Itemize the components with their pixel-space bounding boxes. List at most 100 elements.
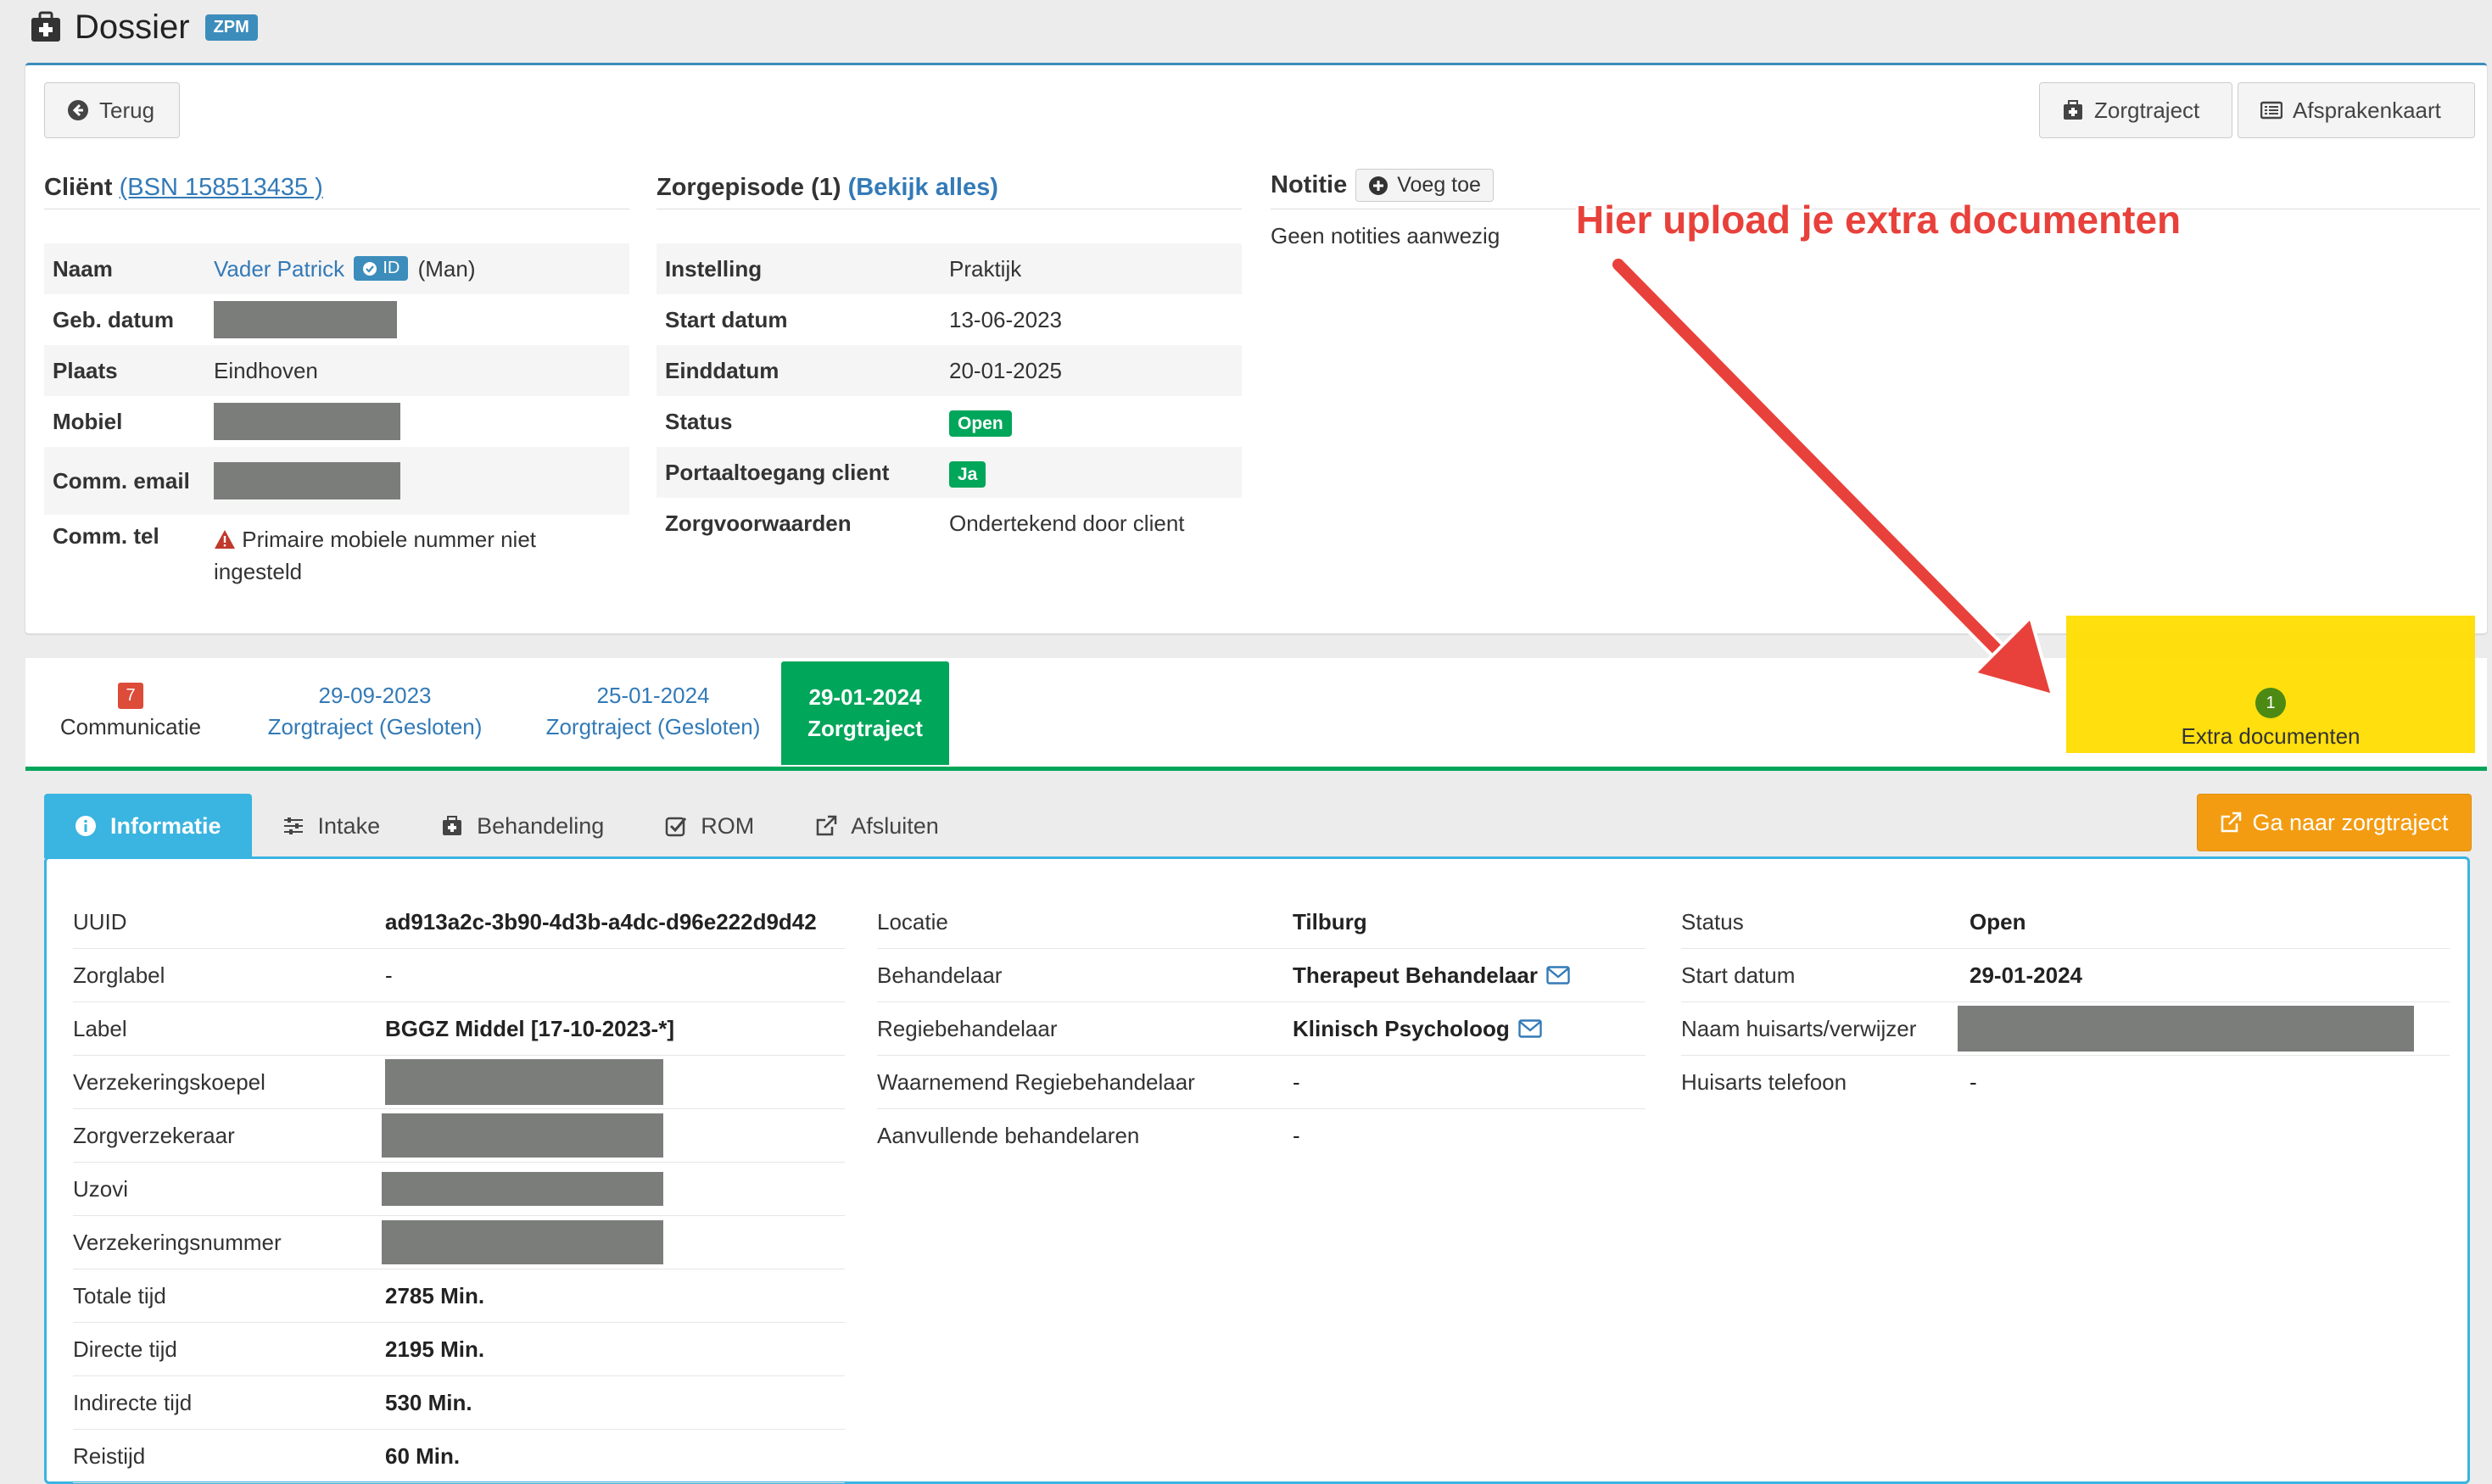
table-row: Locatie Tilburg	[877, 895, 1646, 949]
info-column-3: Status Open Start datum 29-01-2024 Naam hu…	[1681, 895, 2450, 1108]
table-row: Behandelaar Therapeut Behandelaar	[877, 949, 1646, 1002]
page-header: Dossier ZPM	[29, 7, 258, 47]
client-section-title: Cliënt (BSN 158513435 )	[44, 174, 629, 209]
table-row: Zorglabel -	[73, 949, 845, 1002]
episode-section-title: Zorgepisode (1) (Bekijk alles)	[657, 174, 1242, 209]
table-row: Indirecte tijd 530 Min.	[73, 1376, 845, 1430]
table-row: UUID ad913a2c-3b90-4d3b-a4dc-d96e222d9d42	[73, 895, 845, 949]
tab-extra-documenten[interactable]: 1 Extra documenten	[2066, 660, 2475, 763]
back-button[interactable]: Terug	[44, 82, 180, 138]
table-row: Label BGGZ Middel [17-10-2023-*]	[73, 1002, 845, 1056]
table-row: Naam huisarts/verwijzer	[1681, 1002, 2450, 1056]
table-row: Zorgvoorwaarden Ondertekend door client	[657, 498, 1242, 549]
table-row: Aanvullende behandelaren -	[877, 1122, 1300, 1148]
comm-tel-value: Primaire mobiele nummer niet ingesteld	[214, 527, 537, 584]
notes-empty-text: Geen notities aanwezig	[1271, 223, 1500, 248]
zorgtraject-button-label: Zorgtraject	[2094, 97, 2200, 123]
extra-documents-count-badge: 1	[2255, 688, 2286, 718]
table-row: Totale tijd 2785 Min.	[73, 1269, 845, 1323]
table-row: Reistijd 60 Min.	[73, 1430, 845, 1483]
table-row: Waarnemend Regiebehandelaar -	[877, 1056, 1646, 1109]
add-note-button[interactable]: Voeg toe	[1355, 169, 1494, 202]
table-row: Geb. datum	[44, 294, 629, 345]
medkit-icon	[2064, 100, 2082, 120]
client-name-link[interactable]: Vader Patrick	[214, 256, 344, 282]
table-row: Regiebehandelaar Klinisch Psycholoog	[877, 1002, 1646, 1056]
episode-table: Instelling Praktijk Start datum 13-06-2023…	[657, 243, 1242, 549]
geb-datum-key: Geb. datum	[53, 306, 175, 332]
mobiel-key: Mobiel	[53, 408, 123, 434]
redacted-block	[385, 1059, 663, 1105]
redacted-block	[382, 1113, 663, 1158]
annotation-text: Hier upload je extra documenten	[1576, 198, 2182, 242]
table-row: Naam Vader Patrick ID (Man)	[44, 243, 629, 294]
external-link-icon	[816, 815, 837, 836]
goto-zorgtraject-button[interactable]: Ga naar zorgtraject	[2197, 794, 2472, 851]
table-row: Directe tijd 2195 Min.	[73, 1323, 845, 1376]
status-badge: Open	[949, 410, 1012, 437]
medkit-icon	[443, 816, 462, 835]
zpm-badge: ZPM	[204, 14, 258, 41]
plaats-key: Plaats	[44, 345, 205, 396]
table-row: Start datum 29-01-2024	[1681, 949, 2450, 1002]
list-alt-icon	[2260, 101, 2282, 120]
table-row: Instelling Praktijk	[657, 243, 1242, 294]
tab-intake[interactable]: Intake	[252, 794, 411, 858]
table-row: Mobiel	[44, 396, 629, 447]
table-row: Portaaltoegang client Ja	[657, 447, 1242, 498]
tab-afsluiten[interactable]: Afsluiten	[785, 794, 969, 858]
info-column-2: Locatie Tilburg Behandelaar Therapeut Beha…	[877, 895, 1646, 1162]
table-row: Huisarts telefoon -	[1681, 1068, 1977, 1095]
annotation-arrow-icon	[1609, 255, 2055, 698]
table-row: Comm. email	[44, 447, 629, 515]
client-overview-box: Terug Zorgtraject Afsprakenkaart Cliënt …	[25, 63, 2487, 633]
table-row: Einddatum 20-01-2025	[657, 345, 1242, 396]
table-row: Uzovi	[73, 1163, 845, 1216]
plaats-value: Eindhoven	[205, 345, 629, 396]
info-column-1: UUID ad913a2c-3b90-4d3b-a4dc-d96e222d9d42…	[73, 895, 845, 1483]
traject-tabs: Informatie Intake Behandeling ROM Afslui…	[44, 794, 969, 858]
view-all-link[interactable]: (Bekijk alles)	[848, 174, 998, 201]
plus-circle-icon	[1369, 176, 1388, 195]
info-circle-icon	[75, 816, 96, 836]
zorgtraject-button[interactable]: Zorgtraject	[2039, 82, 2232, 138]
afsprakenkaart-button-label: Afsprakenkaart	[2293, 97, 2441, 123]
redacted-block	[214, 462, 400, 499]
redacted-block	[382, 1172, 663, 1206]
external-link-icon	[2221, 812, 2242, 833]
table-row: Zorgverzekeraar	[73, 1109, 845, 1163]
warning-icon	[215, 530, 235, 549]
table-row: Start datum 13-06-2023	[665, 306, 1062, 332]
back-button-label: Terug	[99, 97, 155, 123]
check-circle-icon	[363, 261, 377, 276]
redacted-block	[382, 1220, 663, 1264]
afsprakenkaart-button[interactable]: Afsprakenkaart	[2238, 82, 2475, 138]
medkit-icon	[31, 11, 60, 42]
table-row: Status Open	[1681, 895, 2450, 949]
tab-zorgtraject-2024-01-29[interactable]: 29-01-2024 Zorgtraject	[781, 661, 949, 765]
tab-rom[interactable]: ROM	[634, 794, 785, 858]
tab-behandeling[interactable]: Behandeling	[411, 794, 634, 858]
table-row: Verzekeringskoepel	[73, 1056, 845, 1109]
tab-zorgtraject-2023-09-29[interactable]: 29-09-2023 Zorgtraject (Gesloten)	[248, 660, 502, 763]
comm-tel-key: Comm. tel	[53, 523, 159, 549]
envelope-icon[interactable]	[1546, 966, 1570, 985]
comm-email-key: Comm. email	[44, 447, 205, 515]
communicatie-count-badge: 7	[118, 683, 143, 709]
page-title: Dossier	[75, 8, 190, 46]
tab-informatie[interactable]: Informatie	[44, 794, 252, 858]
table-row: Verzekeringsnummer	[73, 1216, 845, 1269]
id-badge[interactable]: ID	[354, 256, 409, 281]
tab-zorgtraject-2024-01-25[interactable]: 25-01-2024 Zorgtraject (Gesloten)	[526, 660, 780, 763]
naam-key: Naam	[44, 243, 205, 294]
portal-access-badge: Ja	[949, 460, 986, 488]
tab-communicatie[interactable]: 7 Communicatie	[46, 660, 215, 763]
envelope-icon[interactable]	[1518, 1019, 1542, 1038]
sliders-icon	[283, 817, 303, 834]
client-table: Naam Vader Patrick ID (Man) Geb. datum P…	[44, 243, 629, 591]
gender: (Man)	[417, 255, 476, 282]
redacted-block	[214, 403, 400, 440]
redacted-block	[1958, 1006, 2414, 1052]
arrow-left-circle-icon	[68, 100, 88, 120]
bsn-link[interactable]: (BSN 158513435 )	[120, 174, 323, 201]
